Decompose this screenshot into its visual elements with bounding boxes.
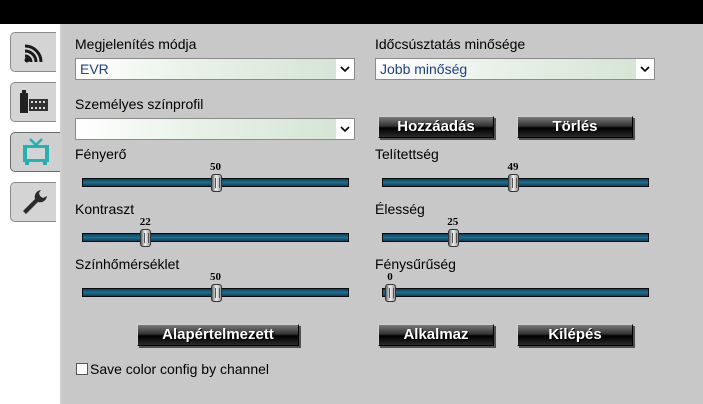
display-mode-select[interactable]: EVR [75,58,355,80]
color-profile-label: Személyes színprofil [75,96,204,112]
tv-icon [22,138,49,165]
display-mode-value: EVR [80,61,109,77]
chevron-down-icon[interactable] [636,59,654,79]
brightness-label: Fényerő [75,146,127,162]
timeshift-quality-value: Jobb minőség [380,61,468,77]
luminance-label: Fénysűrűség [375,256,456,272]
saturation-slider[interactable]: 49 [382,161,649,193]
color-temperature-label: Színhőmérséklet [75,256,180,272]
delete-profile-button[interactable]: Törlés [517,116,633,138]
slider-value: 49 [507,161,519,173]
luminance-slider[interactable]: 0 [382,271,649,303]
slider-thumb[interactable] [447,229,459,247]
color-temperature-slider[interactable]: 50 [82,271,349,303]
default-button[interactable]: Alapértelmezett [137,324,299,346]
brightness-slider[interactable]: 50 [82,161,349,193]
sharpness-label: Élesség [375,201,425,217]
add-profile-button[interactable]: Hozzáadás [378,116,494,138]
sidebar [0,24,60,404]
slider-value: 22 [139,216,151,228]
wrench-icon [22,190,47,214]
saturation-label: Telítettség [375,146,439,162]
timeshift-quality-select[interactable]: Jobb minőség [375,58,655,80]
tab-settings[interactable] [10,182,56,222]
chevron-down-icon[interactable] [336,119,354,139]
slider-value: 50 [210,161,221,173]
slider-track[interactable] [82,233,349,242]
slider-track[interactable] [382,288,649,297]
tab-signal[interactable] [10,32,56,72]
film-icon [19,90,48,113]
tab-media[interactable] [10,82,56,122]
save-color-config-checkbox[interactable] [76,363,88,375]
slider-thumb[interactable] [210,174,222,192]
timeshift-quality-label: Időcsúsztatás minősége [375,36,526,52]
contrast-slider[interactable]: 22 [82,216,349,248]
slider-thumb[interactable] [140,229,152,247]
title-bar [0,0,703,24]
slider-track[interactable] [382,233,649,242]
antenna-icon [24,44,42,63]
chevron-down-icon[interactable] [336,59,354,79]
display-mode-label: Megjelenítés módja [75,36,197,52]
tab-display[interactable] [10,132,60,172]
slider-value: 50 [210,271,221,283]
exit-button[interactable]: Kilépés [517,324,633,346]
slider-value: 25 [447,216,459,228]
sharpness-slider[interactable]: 25 [382,216,649,248]
color-profile-select[interactable] [75,118,355,140]
slider-thumb[interactable] [507,174,519,192]
apply-button[interactable]: Alkalmaz [378,324,494,346]
contrast-label: Kontraszt [75,201,135,217]
slider-thumb[interactable] [385,284,396,302]
slider-value: 0 [387,271,393,283]
slider-thumb[interactable] [210,284,222,302]
save-color-config-label: Save color config by channel [90,361,269,377]
